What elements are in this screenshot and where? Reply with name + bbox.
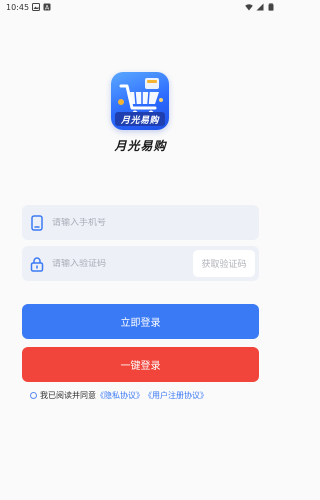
lock-icon: [30, 256, 44, 272]
logo-banner: 月光易购: [115, 112, 165, 126]
phone-field[interactable]: [22, 205, 259, 240]
agreement-row: 我已阅读并同意 《隐私协议》 《用户注册协议》: [30, 390, 208, 401]
agreement-text: 我已阅读并同意: [40, 391, 96, 400]
get-code-button[interactable]: 获取验证码: [193, 250, 255, 277]
status-bar: 10:45 A: [0, 0, 281, 14]
privacy-policy-link[interactable]: 《隐私协议》: [96, 390, 144, 401]
code-input[interactable]: [52, 258, 193, 269]
notification-a-icon: A: [43, 3, 51, 11]
one-click-login-button[interactable]: 一键登录: [22, 347, 259, 382]
signal-icon: [256, 3, 264, 11]
wifi-icon: [245, 3, 253, 11]
login-button[interactable]: 立即登录: [22, 304, 259, 339]
battery-icon: [267, 3, 275, 11]
phone-icon: [30, 214, 44, 231]
status-time: 10:45: [6, 2, 30, 12]
agreement-radio[interactable]: [30, 392, 37, 399]
user-agreement-link[interactable]: 《用户注册协议》: [144, 390, 208, 401]
app-name: 月光易购: [114, 139, 167, 153]
phone-input[interactable]: [52, 217, 259, 228]
app-logo: 月光易购: [111, 72, 169, 130]
code-field[interactable]: 获取验证码: [22, 246, 259, 281]
gallery-icon: [32, 3, 41, 11]
